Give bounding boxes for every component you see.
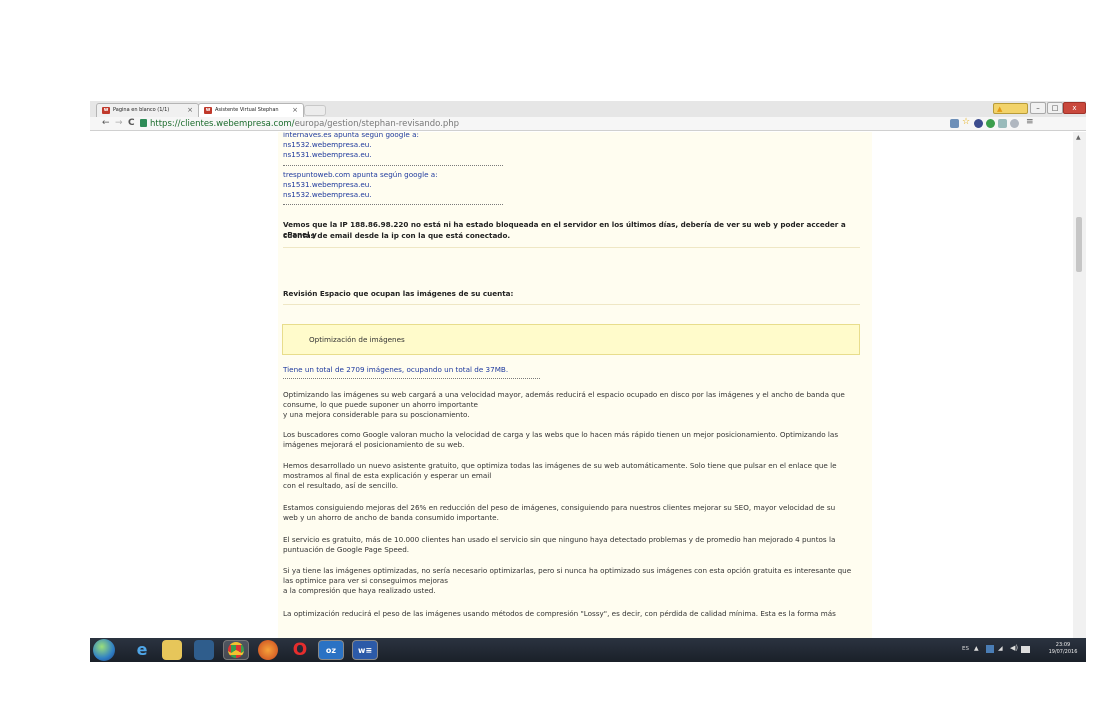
- forward-arrow-icon[interactable]: →: [115, 118, 123, 128]
- scroll-up-icon[interactable]: ▲: [1076, 134, 1081, 141]
- cast-icon[interactable]: [998, 119, 1007, 128]
- firefox-icon[interactable]: [258, 640, 278, 660]
- paragraph-2: Los buscadores como Google valoran mucho…: [283, 430, 865, 450]
- dotted-separator: [283, 165, 503, 166]
- tab-strip: w Pagina en blanco (1/1) × w Asistente V…: [90, 101, 1086, 117]
- url-path: europa/gestion/stephan-revisando.php: [294, 119, 460, 129]
- ip-notice-line2: cuentas de email desde la ip con la que …: [283, 231, 511, 240]
- content-column: internaves.es apunta según google a: ns1…: [278, 132, 872, 662]
- vertical-scrollbar[interactable]: ▲ ▼: [1073, 132, 1086, 662]
- screen: w Pagina en blanco (1/1) × w Asistente V…: [0, 0, 1100, 718]
- media-player-icon[interactable]: [194, 640, 214, 660]
- system-clock[interactable]: 23:09 19/07/2016: [1044, 642, 1082, 656]
- internet-explorer-icon[interactable]: e: [132, 640, 152, 660]
- tab-title: Pagina en blanco (1/1): [113, 107, 170, 113]
- optimization-box: Optimización de imágenes: [282, 324, 860, 355]
- dns1-ns1: ns1532.webempresa.eu.: [283, 140, 372, 149]
- translate-icon[interactable]: [950, 119, 959, 128]
- paragraph-6: Si ya tiene las imágenes optimizadas, no…: [283, 566, 865, 596]
- outlook-icon[interactable]: oz: [318, 640, 344, 660]
- clock-time: 23:09: [1055, 642, 1071, 648]
- tray-expand-icon[interactable]: ▲: [974, 645, 979, 652]
- paragraph-line: Los buscadores como Google valoran mucho…: [283, 430, 839, 439]
- paragraph-1: Optimizando las imágenes su web cargará …: [283, 390, 865, 420]
- new-tab-button[interactable]: [304, 105, 326, 116]
- scrollbar-thumb[interactable]: [1076, 217, 1082, 272]
- tab-title: Asistente Virtual Stephan: [215, 107, 279, 113]
- paragraph-line: a la compresión que haya realizado usted…: [283, 586, 436, 595]
- keyboard-icon[interactable]: [1021, 646, 1030, 653]
- dns2-ns2: ns1532.webempresa.eu.: [283, 190, 372, 199]
- paragraph-5: El servicio es gratuito, más de 10.000 c…: [283, 535, 865, 555]
- start-button[interactable]: [93, 639, 115, 661]
- tab-close-icon[interactable]: ×: [187, 106, 193, 114]
- profile-button[interactable]: ▲: [993, 103, 1028, 114]
- paragraph-line: con el resultado, así de sencillo.: [283, 481, 399, 490]
- paragraph-line: La optimización reducirá el peso de las …: [283, 609, 836, 618]
- bookmark-star-icon[interactable]: ☆: [962, 117, 971, 127]
- paragraph-line: Si ya tiene las imágenes optimizadas, no…: [283, 566, 852, 575]
- paragraph-line: y una mejora considerable para su poscio…: [283, 410, 470, 419]
- paragraph-line: mostramos al final de esta explicación y…: [283, 471, 492, 480]
- reload-icon[interactable]: C: [128, 118, 135, 128]
- paragraph-7: La optimización reducirá el peso de las …: [283, 609, 865, 619]
- network-icon[interactable]: ◢: [998, 645, 1003, 652]
- paragraph-line: puntuación de Google Page Speed.: [283, 545, 410, 554]
- tab-blank-page[interactable]: w Pagina en blanco (1/1) ×: [96, 103, 199, 117]
- images-section-heading: Revisión Espacio que ocupan las imágenes…: [283, 289, 514, 298]
- browser-window: w Pagina en blanco (1/1) × w Asistente V…: [90, 101, 1086, 662]
- section-divider: [283, 304, 860, 305]
- paragraph-3: Hemos desarrollado un nuevo asistente gr…: [283, 461, 865, 491]
- paragraph-4: Estamos consiguiendo mejoras del 26% en …: [283, 503, 865, 523]
- file-explorer-icon[interactable]: [162, 640, 182, 660]
- extension-icon[interactable]: [1010, 119, 1019, 128]
- page-viewport: internaves.es apunta según google a: ns1…: [90, 132, 1073, 662]
- browser-toolbar: ← → C https://clientes.webempresa.com/eu…: [90, 117, 1086, 131]
- minimize-button[interactable]: –: [1030, 102, 1046, 114]
- close-window-button[interactable]: x: [1063, 102, 1086, 114]
- extension-icon[interactable]: [974, 119, 983, 128]
- clock-date: 19/07/2016: [1048, 649, 1078, 655]
- menu-icon[interactable]: ≡: [1026, 117, 1035, 127]
- paragraph-line: Estamos consiguiendo mejoras del 26% en …: [283, 503, 836, 512]
- paragraph-line: imágenes mejorará el posicionamiento de …: [283, 440, 465, 449]
- webempresa-favicon-icon: w: [102, 107, 110, 114]
- dns1-ns2: ns1531.webempresa.eu.: [283, 150, 372, 159]
- back-arrow-icon[interactable]: ←: [102, 118, 110, 128]
- extension-icon[interactable]: [986, 119, 995, 128]
- maximize-button[interactable]: □: [1047, 102, 1063, 114]
- opera-icon[interactable]: O: [290, 640, 310, 660]
- language-indicator[interactable]: ES: [962, 646, 969, 652]
- dns1-title: internaves.es apunta según google a:: [283, 132, 419, 139]
- paragraph-line: El servicio es gratuito, más de 10.000 c…: [283, 535, 836, 544]
- paragraph-line: web y un ahorro de ancho de banda consum…: [283, 513, 499, 522]
- tab-asistente-virtual[interactable]: w Asistente Virtual Stephan ×: [198, 103, 304, 117]
- windows-taskbar: e O oz w≡ ES ▲ ◢ ◀) 23:09 19/07/2016: [90, 638, 1086, 662]
- volume-icon[interactable]: ◀): [1010, 644, 1018, 652]
- word-icon[interactable]: w≡: [352, 640, 378, 660]
- paragraph-line: las optimice para ver si conseguimos mej…: [283, 576, 448, 585]
- dotted-separator: [283, 204, 503, 205]
- warning-icon: ▲: [997, 105, 1003, 113]
- lock-icon: [140, 119, 147, 127]
- address-bar[interactable]: https://clientes.webempresa.com/europa/g…: [140, 118, 945, 130]
- paragraph-line: consume, lo que puede suponer un ahorro …: [283, 400, 478, 409]
- dotted-separator: [283, 378, 540, 379]
- webempresa-favicon-icon: w: [204, 107, 212, 114]
- chrome-logo-icon: [228, 642, 244, 658]
- dns2-ns1: ns1531.webempresa.eu.: [283, 180, 372, 189]
- dns2-title: trespuntoweb.com apunta según google a:: [283, 170, 438, 179]
- images-total: Tiene un total de 2709 imágenes, ocupand…: [283, 365, 509, 374]
- url-host: https://clientes.webempresa.com/: [150, 119, 295, 129]
- paragraph-line: Optimizando las imágenes su web cargará …: [283, 390, 845, 399]
- tab-close-icon[interactable]: ×: [292, 106, 298, 114]
- section-divider: [283, 247, 860, 248]
- action-center-flag-icon[interactable]: [986, 645, 994, 653]
- paragraph-line: Hemos desarrollado un nuevo asistente gr…: [283, 461, 837, 470]
- chrome-taskbar-icon[interactable]: [223, 640, 249, 660]
